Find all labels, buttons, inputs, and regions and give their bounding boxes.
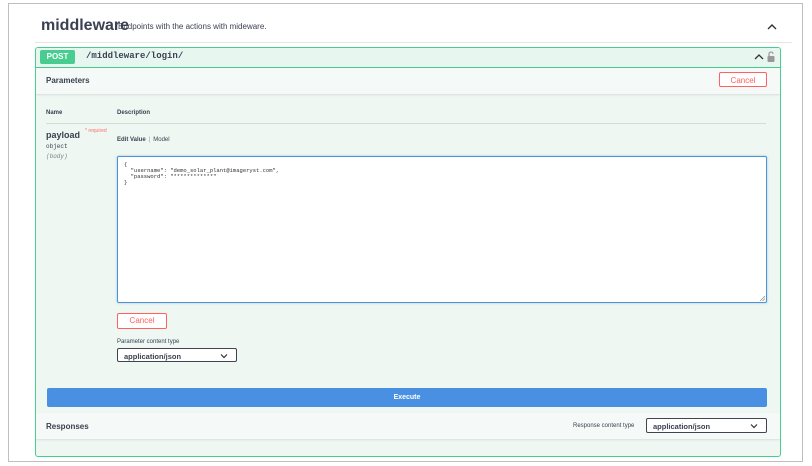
method-badge: POST: [40, 50, 75, 64]
chevron-down-icon: [750, 424, 758, 429]
parameter-content-type-label: Parameter content type: [117, 339, 180, 345]
parameter-content-type-select[interactable]: application/json: [117, 348, 237, 362]
tab-model[interactable]: Model: [153, 137, 169, 143]
parameters-header: Parameters Cancel: [36, 68, 780, 94]
chevron-down-icon: [220, 354, 228, 359]
operation-summary[interactable]: POST /middleware/login/: [36, 48, 780, 68]
responses-header: Responses Response content type applicat…: [36, 413, 780, 439]
column-header-description: Description: [117, 110, 151, 116]
tag-name: middleware: [41, 17, 130, 34]
chevron-up-icon[interactable]: [766, 21, 778, 33]
column-header-name: Name: [46, 110, 63, 116]
tag-header[interactable]: middleware Endpoints with the actions wi…: [35, 14, 792, 43]
response-content-type-label: Response content type: [573, 423, 635, 429]
parameters-title: Parameters: [46, 76, 90, 85]
chevron-up-icon[interactable]: [754, 52, 764, 62]
param-required: * required: [85, 128, 107, 134]
response-content-type-value: application/json: [653, 422, 711, 431]
tab-edit-value[interactable]: Edit Value: [117, 137, 146, 143]
operation-block: POST /middleware/login/ Parameters Cance…: [35, 47, 781, 457]
swagger-frame: middleware Endpoints with the actions wi…: [8, 3, 803, 462]
tab-separator: |: [148, 137, 151, 143]
resize-handle-icon[interactable]: [759, 295, 765, 301]
tag-description: Endpoints with the actions with mideware…: [118, 22, 267, 31]
responses-title: Responses: [46, 422, 89, 431]
param-name: payload: [46, 130, 81, 140]
body-textarea[interactable]: { "username": "demo_solar_plant@imagerys…: [117, 156, 767, 303]
param-location: (body): [46, 153, 68, 160]
value-model-tabs: Edit Value | Model: [117, 137, 170, 143]
response-content-type-select[interactable]: application/json: [646, 418, 767, 433]
header-divider: [46, 123, 766, 124]
operation-path: /middleware/login/: [86, 51, 184, 61]
param-type: object: [46, 143, 68, 150]
body-text: { "username": "demo_solar_plant@imagerys…: [124, 161, 280, 186]
cancel-button-bottom[interactable]: Cancel: [117, 313, 167, 329]
parameter-content-type-value: application/json: [124, 352, 182, 361]
cancel-button[interactable]: Cancel: [719, 72, 767, 87]
execute-button[interactable]: Execute: [47, 388, 767, 407]
lock-icon[interactable]: [766, 50, 776, 63]
